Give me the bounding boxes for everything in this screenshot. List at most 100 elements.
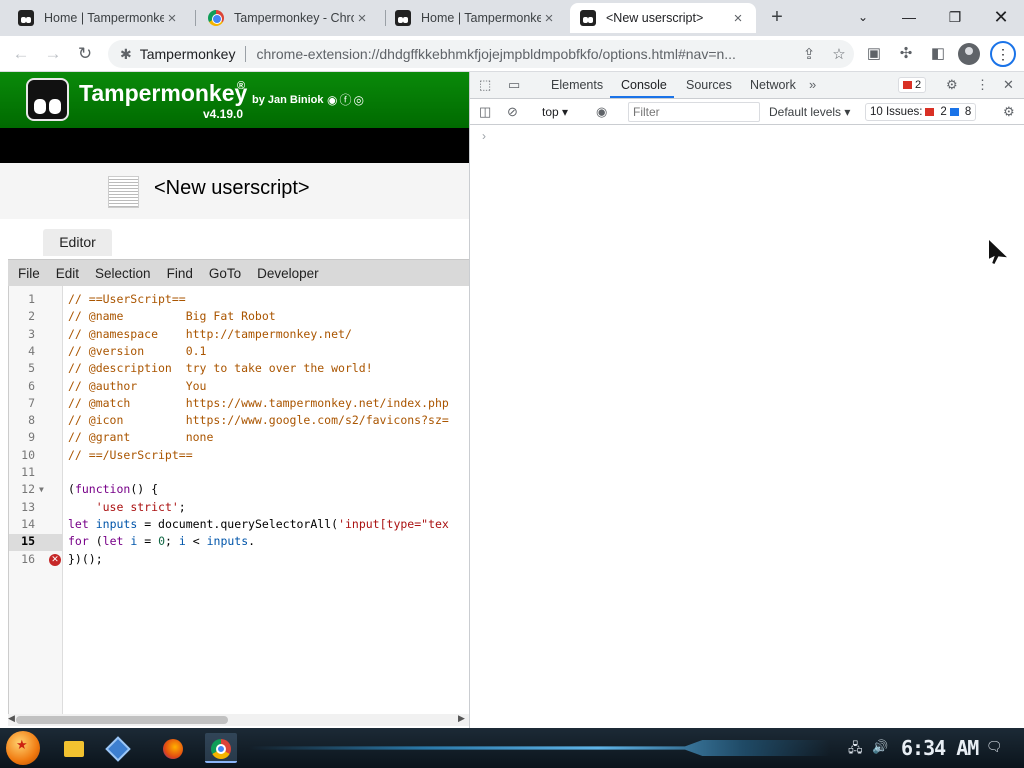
console-filter-input[interactable] <box>628 102 760 122</box>
notifications-icon[interactable]: 🗨 <box>986 739 1003 755</box>
code-line[interactable]: 13 'use strict'; <box>9 500 469 517</box>
close-tab-icon[interactable]: × <box>730 10 746 27</box>
context-selector[interactable]: top ▾ <box>542 105 568 119</box>
tab-title: Home | Tampermonkey <box>421 11 541 25</box>
code-line[interactable]: 11 <box>9 465 469 482</box>
clear-console-icon[interactable]: ⊘ <box>507 104 518 120</box>
url-text[interactable]: chrome-extension://dhdgffkkebhmkfjojejmp… <box>256 46 794 62</box>
reload-icon[interactable]: ↻ <box>72 41 98 67</box>
close-devtools-icon[interactable]: ✕ <box>1003 77 1014 93</box>
extensions-puzzle-icon[interactable]: ✣ <box>894 42 918 66</box>
author-credit: by Jan Biniok <box>252 94 324 106</box>
code-line[interactable]: 3 // @namespace http://tampermonkey.net/ <box>9 327 469 344</box>
live-expression-eye-icon[interactable]: ◉ <box>596 104 607 120</box>
browser-tab-3[interactable]: Home | Tampermonkey × <box>385 3 567 33</box>
browser-tab-4-active[interactable]: <New userscript> × <box>570 3 756 33</box>
script-title: <New userscript> <box>154 177 310 199</box>
menu-file[interactable]: File <box>18 266 40 281</box>
forward-icon[interactable]: → <box>40 41 66 67</box>
error-marker-icon[interactable]: ✕ <box>49 553 61 566</box>
taskbar-decoration <box>250 740 830 756</box>
file-explorer-button[interactable] <box>58 733 90 763</box>
code-line[interactable]: 2 // @name Big Fat Robot <box>9 309 469 326</box>
code-line[interactable]: 16 ✕})(); <box>9 552 469 569</box>
devtools-panel: ⬚ ▭ Elements Console Sources Network » 2… <box>469 72 1024 728</box>
menu-find[interactable]: Find <box>167 266 193 281</box>
editor-menubar: File Edit Selection Find GoTo Developer <box>8 259 469 286</box>
minimize-button[interactable]: — <box>886 4 932 32</box>
code-line[interactable]: 6 // @author You <box>9 379 469 396</box>
browser-tab-2[interactable]: Tampermonkey - Chrome Web Store × <box>198 3 380 33</box>
network-icon[interactable]: 🖧 <box>848 739 863 761</box>
code-line[interactable]: 7 // @match https://www.tampermonkey.net/… <box>9 396 469 413</box>
console-prompt[interactable]: › <box>482 129 486 143</box>
code-line[interactable]: 12 ▼ (function() { <box>9 482 469 499</box>
fold-arrow-icon[interactable]: ▼ <box>39 485 44 494</box>
new-tab-button[interactable]: + <box>764 6 790 30</box>
code-editor[interactable]: 1 // ==UserScript== 2 // @name Big Fat Robo… <box>8 286 469 714</box>
sidebar-toggle-icon[interactable]: ◫ <box>479 104 491 120</box>
app-diamond-button[interactable] <box>102 733 134 763</box>
close-tab-icon[interactable]: × <box>354 10 370 27</box>
chrome-menu-icon[interactable]: ⋮ <box>990 41 1016 67</box>
code-line[interactable]: 1 // ==UserScript== <box>9 292 469 309</box>
code-line[interactable]: 15 for (let i = 0; i < inputs. <box>9 534 469 552</box>
more-tabs-icon[interactable]: » <box>809 77 816 92</box>
code-line[interactable]: 5 // @description try to take over the wo… <box>9 361 469 378</box>
tab-editor[interactable]: Editor <box>43 229 112 256</box>
tab-elements[interactable]: Elements <box>551 78 603 92</box>
close-tab-icon[interactable]: × <box>164 10 180 27</box>
tampermonkey-extension-icon[interactable]: ▣ <box>862 42 886 66</box>
browser-tab-1[interactable]: Home | Tampermonkey × <box>8 3 190 33</box>
back-icon[interactable]: ← <box>8 41 34 67</box>
scrollbar-thumb[interactable] <box>16 716 228 724</box>
registered-mark: ® <box>237 80 246 92</box>
facebook-icon[interactable]: ⓕ <box>339 93 353 107</box>
menu-developer[interactable]: Developer <box>257 266 319 281</box>
scroll-right-icon[interactable]: ▶ <box>458 713 465 724</box>
tab-network[interactable]: Network <box>750 78 796 92</box>
issue-error-icon <box>925 108 935 116</box>
settings-gear-icon[interactable]: ⚙ <box>946 77 958 93</box>
levels-label: Default levels <box>769 105 842 119</box>
code-line[interactable]: 9 // @grant none <box>9 430 469 447</box>
maximize-button[interactable]: ❐ <box>932 4 978 32</box>
code-line[interactable]: 8 // @icon https://www.google.com/s2/favi… <box>9 413 469 430</box>
bookmark-star-icon[interactable]: ☆ <box>824 45 854 63</box>
share-icon[interactable]: ⇪ <box>794 45 824 63</box>
tab-sources[interactable]: Sources <box>686 78 732 92</box>
line-number: 3 <box>28 326 35 341</box>
side-panel-icon[interactable]: ◧ <box>926 42 950 66</box>
chrome-taskbar-button[interactable] <box>205 733 237 763</box>
device-toolbar-icon[interactable]: ▭ <box>508 77 520 93</box>
github-icon[interactable]: ◉ <box>327 93 339 107</box>
code-line[interactable]: 10 // ==/UserScript== <box>9 448 469 465</box>
horizontal-scrollbar[interactable]: ◀ ▶ <box>8 713 469 726</box>
menu-edit[interactable]: Edit <box>56 266 79 281</box>
volume-icon[interactable]: 🔊 <box>872 739 888 755</box>
address-bar[interactable]: ✱ Tampermonkey chrome-extension://dhdgff… <box>108 40 854 68</box>
devtools-menu-icon[interactable]: ⋮ <box>976 77 989 93</box>
scroll-left-icon[interactable]: ◀ <box>8 713 15 724</box>
tab-console[interactable]: Console <box>621 78 667 92</box>
inspect-element-icon[interactable]: ⬚ <box>479 77 491 93</box>
close-window-button[interactable]: ✕ <box>978 4 1024 32</box>
profile-avatar-icon[interactable] <box>958 43 980 65</box>
start-button[interactable] <box>6 731 40 765</box>
error-count-badge[interactable]: 2 <box>898 77 927 93</box>
tab-search-icon[interactable]: ⌄ <box>840 4 886 32</box>
code-line[interactable]: 14 let inputs = document.querySelectorAll… <box>9 517 469 534</box>
console-settings-gear-icon[interactable]: ⚙ <box>1003 104 1015 120</box>
console-toolbar: ◫ ⊘ top ▾ ◉ Default levels ▾ 10 Issues: … <box>470 99 1024 125</box>
diamond-app-icon <box>105 735 131 762</box>
menu-selection[interactable]: Selection <box>95 266 151 281</box>
code-text: let inputs = document.querySelectorAll('… <box>68 516 449 531</box>
taskbar-clock[interactable]: 6:34 AM <box>901 736 979 760</box>
code-line[interactable]: 4 // @version 0.1 <box>9 344 469 361</box>
log-levels-dropdown[interactable]: Default levels ▾ <box>769 105 850 119</box>
instagram-icon[interactable]: ◎ <box>354 93 366 107</box>
menu-goto[interactable]: GoTo <box>209 266 241 281</box>
close-tab-icon[interactable]: × <box>541 10 557 27</box>
firefox-button[interactable] <box>157 733 189 763</box>
issues-badge[interactable]: 10 Issues: 2 8 <box>865 103 977 121</box>
